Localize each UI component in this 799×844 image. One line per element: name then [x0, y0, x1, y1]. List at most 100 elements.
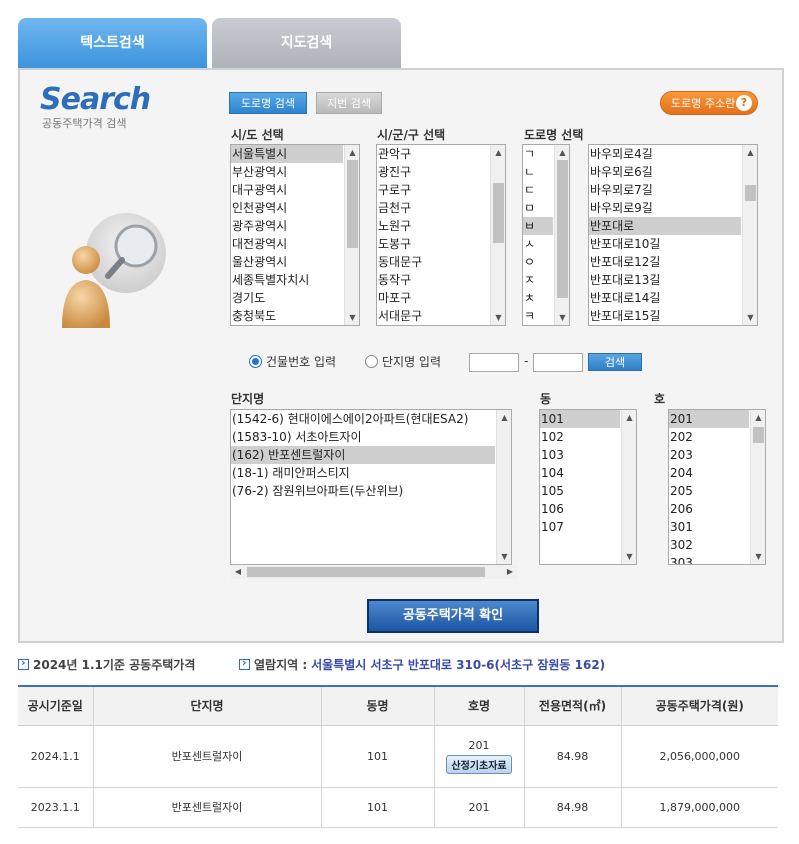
scroll-up-icon[interactable]: ▲ — [622, 410, 636, 425]
scroll-right-icon[interactable]: ▶ — [503, 565, 517, 579]
sido-option[interactable]: 충청북도 — [231, 307, 343, 325]
ho-option[interactable]: 202 — [669, 428, 749, 446]
dong-option[interactable]: 102 — [540, 428, 620, 446]
dong-option[interactable]: 104 — [540, 464, 620, 482]
complex-name-radio[interactable]: 단지명 입력 — [365, 353, 441, 370]
sido-option[interactable]: 광주광역시 — [231, 217, 343, 235]
complex-option[interactable]: (76-2) 잠원위브아파트(두산위브) — [231, 482, 495, 500]
road-initial-option[interactable]: ㄴ — [523, 163, 553, 181]
sido-option[interactable]: 울산광역시 — [231, 253, 343, 271]
ho-option[interactable]: 302 — [669, 536, 749, 554]
road-initial-option[interactable]: ㅊ — [523, 289, 553, 307]
scroll-left-icon[interactable]: ◀ — [231, 565, 245, 579]
scroll-down-icon[interactable]: ▼ — [622, 549, 636, 564]
sido-option[interactable]: 부산광역시 — [231, 163, 343, 181]
tab-map-search[interactable]: 지도검색 — [212, 18, 401, 68]
ho-option[interactable]: 203 — [669, 446, 749, 464]
scroll-down-icon[interactable]: ▼ — [345, 310, 359, 325]
ho-option[interactable]: 303 — [669, 554, 749, 564]
sigungu-option[interactable]: 마포구 — [377, 289, 489, 307]
scroll-up-icon[interactable]: ▲ — [751, 410, 765, 425]
dong-option[interactable]: 101 — [540, 410, 620, 428]
ho-listbox[interactable]: 201202203204205206301302303304 ▲ ▼ — [668, 409, 766, 565]
sigungu-option[interactable]: 광진구 — [377, 163, 489, 181]
road-initial-option[interactable]: ㅈ — [523, 271, 553, 289]
complex-option[interactable]: (18-1) 래미안퍼스티지 — [231, 464, 495, 482]
initial-scrollbar[interactable]: ▲ ▼ — [554, 145, 569, 325]
complex-scrollbar[interactable]: ▲ ▼ — [496, 410, 511, 564]
road-option[interactable]: 반포대로 — [589, 217, 741, 235]
ho-option[interactable]: 301 — [669, 518, 749, 536]
road-initial-option[interactable]: ㅂ — [523, 217, 553, 235]
road-option[interactable]: 바우뫼로9길 — [589, 199, 741, 217]
sido-listbox[interactable]: 서울특별시 부산광역시 대구광역시 인천광역시 광주광역시 대전광역시 울산광역시 세종특별자… — [230, 144, 360, 326]
building-sub-number-input[interactable] — [533, 353, 583, 372]
road-option[interactable]: 반포대로14길 — [589, 289, 741, 307]
scroll-down-icon[interactable]: ▼ — [491, 310, 505, 325]
sido-option[interactable]: 서울특별시 — [231, 145, 343, 163]
road-initial-option[interactable]: ㅅ — [523, 235, 553, 253]
sido-option[interactable]: 대전광역시 — [231, 235, 343, 253]
complex-option[interactable]: (162) 반포센트럴자이 — [231, 446, 495, 464]
ho-option[interactable]: 205 — [669, 482, 749, 500]
dong-option[interactable]: 105 — [540, 482, 620, 500]
sigungu-scrollbar[interactable]: ▲ ▼ — [490, 145, 505, 325]
radio-unchecked-icon[interactable] — [365, 355, 378, 368]
ho-option[interactable]: 201 — [669, 410, 749, 428]
road-initial-option[interactable]: ㄱ — [523, 145, 553, 163]
sigungu-option[interactable]: 금천구 — [377, 199, 489, 217]
road-search-button[interactable]: 도로명 검색 — [229, 92, 307, 114]
ho-scrollbar[interactable]: ▲ ▼ — [750, 410, 765, 564]
scroll-down-icon[interactable]: ▼ — [743, 310, 757, 325]
dong-listbox[interactable]: 101 102 103 104 105 106 107 ▲ ▼ — [539, 409, 637, 565]
sido-option[interactable]: 인천광역시 — [231, 199, 343, 217]
road-option[interactable]: 반포대로15길 — [589, 307, 741, 325]
scroll-down-icon[interactable]: ▼ — [751, 549, 765, 564]
scroll-up-icon[interactable]: ▲ — [555, 145, 569, 160]
road-option[interactable]: 반포대로12길 — [589, 253, 741, 271]
ho-option[interactable]: 206 — [669, 500, 749, 518]
dong-option[interactable]: 107 — [540, 518, 620, 536]
road-initial-option[interactable]: ㅇ — [523, 253, 553, 271]
building-number-radio[interactable]: 건물번호 입력 — [249, 353, 336, 370]
road-initial-option[interactable]: ㅋ — [523, 307, 553, 325]
complex-hscrollbar[interactable]: ◀ ▶ — [231, 565, 517, 579]
building-main-number-input[interactable] — [469, 353, 519, 372]
road-option[interactable]: 반포대로10길 — [589, 235, 741, 253]
scroll-up-icon[interactable]: ▲ — [497, 410, 511, 425]
road-option[interactable]: 반포대로13길 — [589, 271, 741, 289]
complex-option[interactable]: (1583-10) 서초아트자이 — [231, 428, 495, 446]
scroll-up-icon[interactable]: ▲ — [743, 145, 757, 160]
sido-scrollbar[interactable]: ▲ ▼ — [344, 145, 359, 325]
sigungu-option[interactable]: 동작구 — [377, 271, 489, 289]
lot-search-button[interactable]: 지번 검색 — [316, 92, 382, 114]
road-option[interactable]: 바우뫼로7길 — [589, 181, 741, 199]
sigungu-option[interactable]: 도봉구 — [377, 235, 489, 253]
dong-scrollbar[interactable]: ▲ ▼ — [621, 410, 636, 564]
radio-checked-icon[interactable] — [249, 355, 262, 368]
scroll-up-icon[interactable]: ▲ — [345, 145, 359, 160]
sigungu-option[interactable]: 동대문구 — [377, 253, 489, 271]
sido-option[interactable]: 경기도 — [231, 289, 343, 307]
ho-option[interactable]: 204 — [669, 464, 749, 482]
scroll-up-icon[interactable]: ▲ — [491, 145, 505, 160]
complex-option[interactable]: (1542-6) 현대이에스에이2아파트(현대ESA2) — [231, 410, 495, 428]
sigungu-option[interactable]: 서대문구 — [377, 307, 489, 325]
number-search-button[interactable]: 검색 — [588, 353, 642, 371]
calculation-basis-button[interactable]: 산정기초자료 — [446, 754, 512, 774]
sigungu-option[interactable]: 노원구 — [377, 217, 489, 235]
sido-option[interactable]: 대구광역시 — [231, 181, 343, 199]
road-option[interactable]: 바우뫼로6길 — [589, 163, 741, 181]
dong-option[interactable]: 106 — [540, 500, 620, 518]
sigungu-option[interactable]: 관악구 — [377, 145, 489, 163]
road-address-guide-button[interactable]: 도로명 주소란 ? — [660, 91, 758, 115]
road-initial-listbox[interactable]: ㄱㄴㄷㅁㅂㅅㅇㅈㅊㅋ ▲ ▼ — [522, 144, 570, 326]
complex-listbox[interactable]: (1542-6) 현대이에스에이2아파트(현대ESA2) (1583-10) 서초… — [230, 409, 512, 565]
sido-option[interactable]: 세종특별자치시 — [231, 271, 343, 289]
sigungu-option[interactable]: 구로구 — [377, 181, 489, 199]
confirm-price-button[interactable]: 공동주택가격 확인 — [367, 599, 539, 633]
road-initial-option[interactable]: ㄷ — [523, 181, 553, 199]
scroll-down-icon[interactable]: ▼ — [555, 310, 569, 325]
tab-text-search[interactable]: 텍스트검색 — [18, 18, 207, 68]
scroll-down-icon[interactable]: ▼ — [497, 549, 511, 564]
